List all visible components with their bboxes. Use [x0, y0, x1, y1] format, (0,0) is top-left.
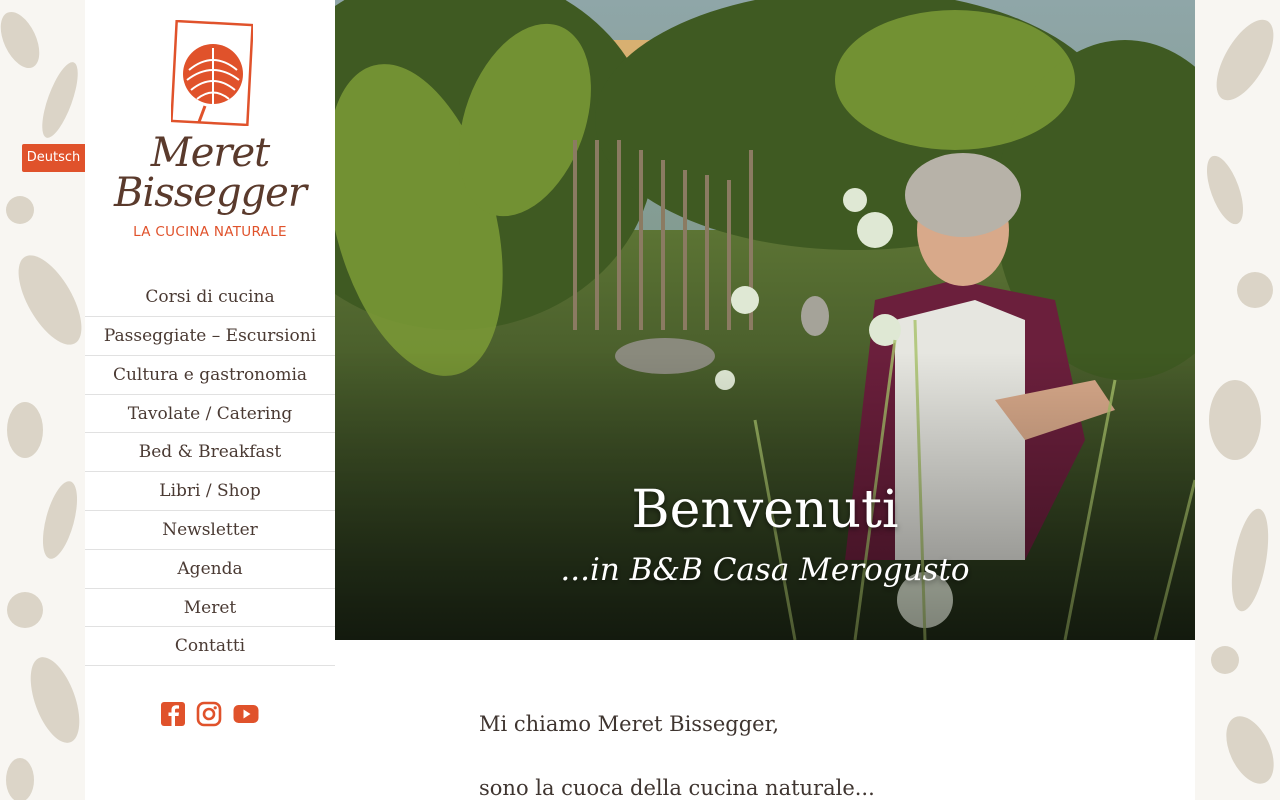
nav-item-passeggiate[interactable]: Passeggiate – Escursioni — [85, 317, 335, 356]
nav-item-tavolate-catering[interactable]: Tavolate / Catering — [85, 395, 335, 434]
facebook-icon[interactable] — [160, 701, 186, 727]
hero-subtitle: ...in B&B Casa Merogusto — [560, 552, 970, 588]
main-nav: Corsi di cucina Passeggiate – Escursioni… — [85, 278, 335, 667]
social-links — [85, 701, 335, 727]
hero-garden-image — [335, 0, 1195, 640]
nav-item-contatti[interactable]: Contatti — [85, 627, 335, 667]
nav-item-agenda[interactable]: Agenda — [85, 550, 335, 589]
nav-item-libri-shop[interactable]: Libri / Shop — [85, 472, 335, 511]
intro-line-1: Mi chiamo Meret Bissegger, — [479, 712, 780, 736]
background-pattern-right — [1195, 0, 1280, 800]
nav-item-cultura-gastronomia[interactable]: Cultura e gastronomia — [85, 356, 335, 395]
site-logo[interactable]: Meret Bissegger LA CUCINA NATURALE — [85, 0, 335, 260]
hero-banner: Benvenuti ...in B&B Casa Merogusto — [335, 0, 1195, 640]
logo-tagline: LA CUCINA NATURALE — [133, 224, 287, 240]
logo-name-first: Meret — [150, 130, 271, 176]
hero-title: Benvenuti — [631, 480, 899, 540]
intro-content: Mi chiamo Meret Bissegger, sono la cuoca… — [335, 640, 1195, 800]
logo-name-last: Bissegger — [114, 170, 307, 216]
nav-item-bed-breakfast[interactable]: Bed & Breakfast — [85, 433, 335, 473]
sidebar: Meret Bissegger LA CUCINA NATURALE Corsi… — [85, 0, 335, 800]
instagram-icon[interactable] — [196, 701, 222, 727]
language-switch-button[interactable]: Deutsch — [22, 144, 85, 172]
nav-item-newsletter[interactable]: Newsletter — [85, 511, 335, 550]
nav-item-meret[interactable]: Meret — [85, 589, 335, 628]
background-pattern-left — [0, 0, 85, 800]
nav-item-corsi-di-cucina[interactable]: Corsi di cucina — [85, 278, 335, 317]
youtube-icon[interactable] — [232, 701, 260, 727]
intro-line-2: sono la cuoca della cucina naturale... — [479, 776, 875, 800]
logo-artichoke-icon — [171, 20, 253, 126]
